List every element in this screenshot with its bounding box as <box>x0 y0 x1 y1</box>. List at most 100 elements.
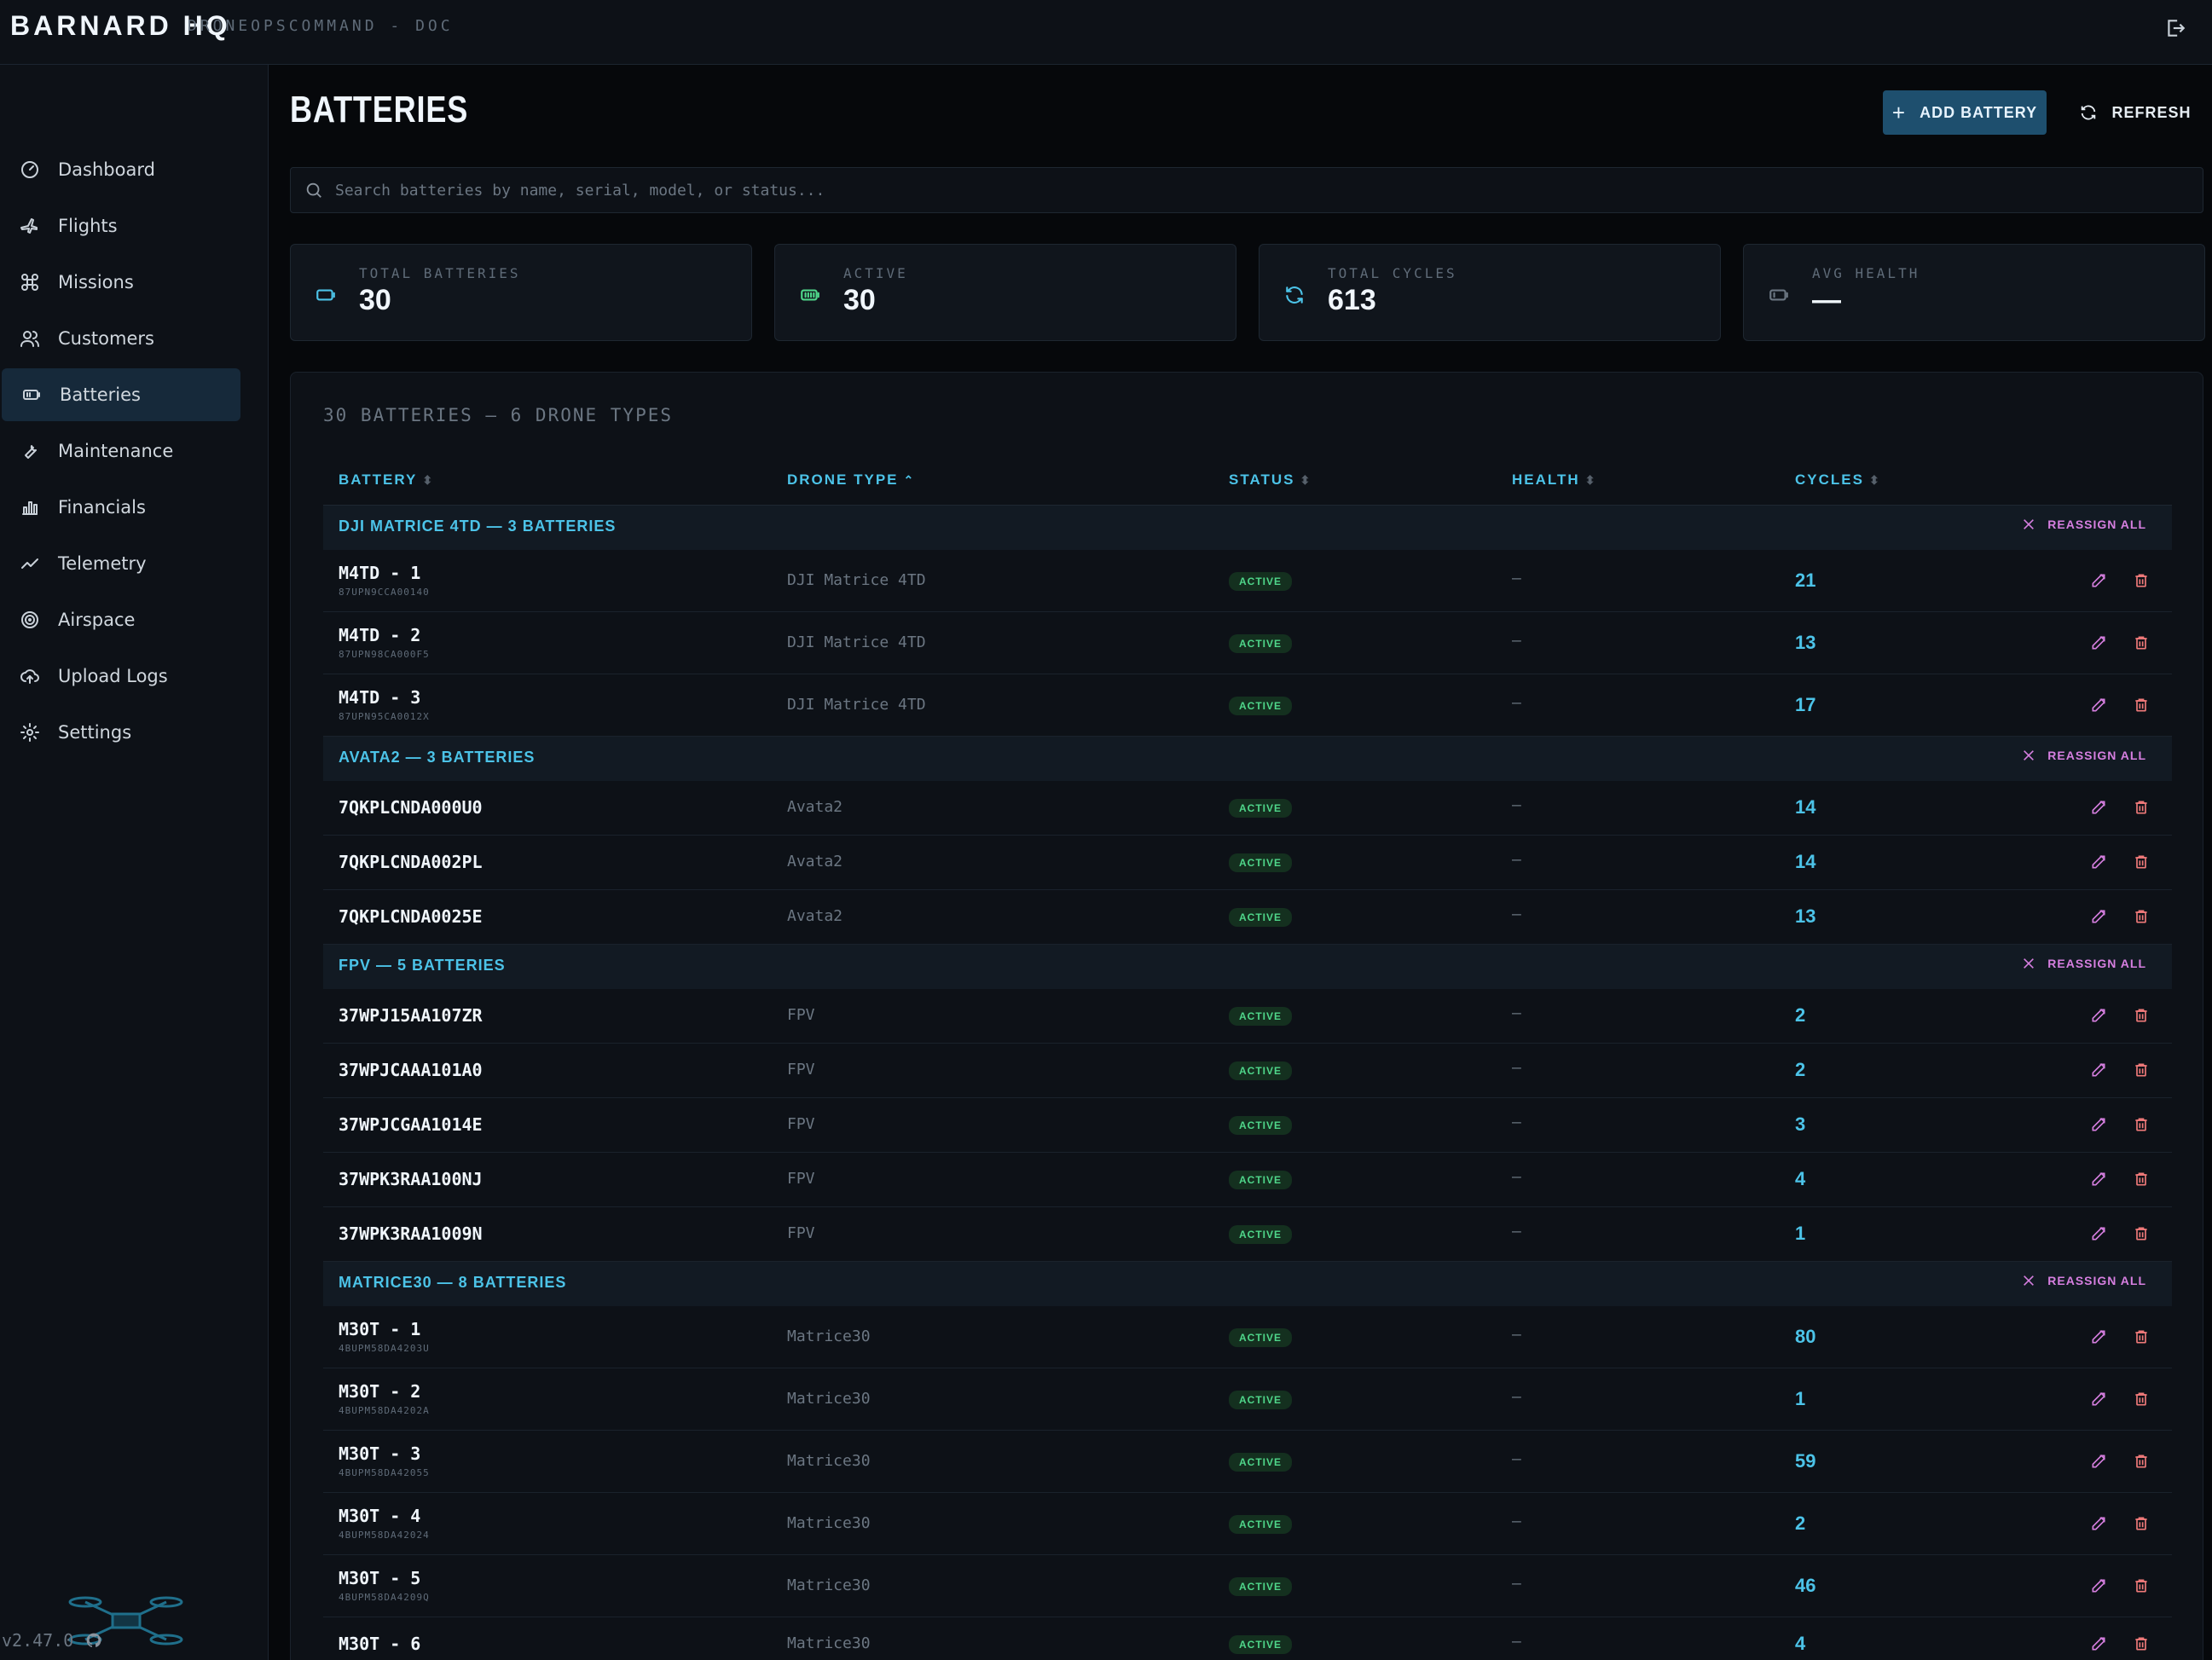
table-row[interactable]: 7QKPLCNDA000U0 Avata2 ACTIVE — 14 <box>323 781 2172 836</box>
column-header-cycles[interactable]: CYCLES ⬍ <box>1795 471 1881 489</box>
drone-type: Matrice30 <box>787 1634 871 1652</box>
table-row[interactable]: 37WPJ15AA107ZR FPV ACTIVE — 2 <box>323 989 2172 1044</box>
table-row[interactable]: M30T - 1 4BUPM58DA4203U Matrice30 ACTIVE — 80 <box>323 1306 2172 1368</box>
table-row[interactable]: 37WPK3RAA1009N FPV ACTIVE — 1 <box>323 1207 2172 1262</box>
delete-icon[interactable] <box>2133 1061 2151 1080</box>
table-row[interactable]: 37WPJCGAA1014E FPV ACTIVE — 3 <box>323 1098 2172 1153</box>
table-row[interactable]: 7QKPLCNDA0025E Avata2 ACTIVE — 13 <box>323 890 2172 945</box>
edit-icon[interactable] <box>2090 634 2109 653</box>
edit-icon[interactable] <box>2090 1061 2109 1080</box>
edit-icon[interactable] <box>2090 799 2109 818</box>
delete-icon[interactable] <box>2133 1635 2151 1654</box>
sidebar-item-dashboard[interactable]: Dashboard <box>0 143 239 196</box>
reassign-all-button[interactable]: REASSIGN ALL <box>2022 1274 2146 1287</box>
table-row[interactable]: M30T - 2 4BUPM58DA4202A Matrice30 ACTIVE — 1 <box>323 1368 2172 1431</box>
sidebar-item-upload-logs[interactable]: Upload Logs <box>0 650 239 703</box>
battery-serial: 4BUPM58DA42055 <box>339 1467 430 1478</box>
refresh-button[interactable]: REFRESH <box>2067 90 2203 135</box>
delete-icon[interactable] <box>2133 853 2151 872</box>
batteries-table-panel: 30 BATTERIES — 6 DRONE TYPES BATTERY ⬍ DR… <box>290 372 2203 1660</box>
delete-icon[interactable] <box>2133 572 2151 591</box>
delete-icon[interactable] <box>2133 1171 2151 1189</box>
delete-icon[interactable] <box>2133 799 2151 818</box>
cycles-value: 1 <box>1795 1388 1806 1409</box>
table-row[interactable]: 37WPK3RAA100NJ FPV ACTIVE — 4 <box>323 1153 2172 1207</box>
sidebar-item-label: Upload Logs <box>58 666 168 686</box>
table-row[interactable]: 37WPJCAAA101A0 FPV ACTIVE — 2 <box>323 1044 2172 1098</box>
edit-icon[interactable] <box>2090 853 2109 872</box>
sidebar-item-missions[interactable]: Missions <box>0 256 239 309</box>
edit-icon[interactable] <box>2090 1328 2109 1347</box>
delete-icon[interactable] <box>2133 1007 2151 1026</box>
drone-type: Matrice30 <box>787 1390 871 1408</box>
gear-icon <box>19 721 41 743</box>
edit-icon[interactable] <box>2090 1391 2109 1409</box>
table-row[interactable]: M4TD - 2 87UPN98CA000F5 DJI Matrice 4TD ACT… <box>323 612 2172 674</box>
delete-icon[interactable] <box>2133 1225 2151 1244</box>
status-badge: ACTIVE <box>1229 799 1293 818</box>
sidebar-item-financials[interactable]: Financials <box>0 481 239 534</box>
trend-icon <box>19 552 41 575</box>
edit-icon[interactable] <box>2090 1453 2109 1472</box>
sidebar-item-batteries[interactable]: Batteries <box>2 368 240 421</box>
add-battery-button[interactable]: + ADD BATTERY <box>1883 90 2047 135</box>
drone-type: Avata2 <box>787 798 843 816</box>
delete-icon[interactable] <box>2133 1453 2151 1472</box>
delete-icon[interactable] <box>2133 1577 2151 1596</box>
column-header-health[interactable]: HEALTH ⬍ <box>1512 471 1596 489</box>
column-header-battery[interactable]: BATTERY ⬍ <box>339 471 434 489</box>
cycles-value: 17 <box>1795 694 1816 715</box>
sidebar-item-maintenance[interactable]: Maintenance <box>0 425 239 477</box>
logout-icon[interactable] <box>2164 17 2188 41</box>
edit-icon[interactable] <box>2090 1171 2109 1189</box>
battery-low-icon <box>1768 284 1792 308</box>
edit-icon[interactable] <box>2090 697 2109 715</box>
cycles-value: 2 <box>1795 1513 1806 1534</box>
sidebar-item-airspace[interactable]: Airspace <box>0 593 239 646</box>
battery-serial: 4BUPM58DA4209Q <box>339 1592 430 1603</box>
edit-icon[interactable] <box>2090 908 2109 927</box>
search-icon <box>306 182 321 198</box>
github-icon[interactable] <box>85 1632 102 1649</box>
sidebar-item-label: Telemetry <box>58 553 147 574</box>
table-row[interactable]: 7QKPLCNDA002PL Avata2 ACTIVE — 14 <box>323 836 2172 890</box>
edit-icon[interactable] <box>2090 1007 2109 1026</box>
delete-icon[interactable] <box>2133 1391 2151 1409</box>
sidebar-item-flights[interactable]: Flights <box>0 200 239 252</box>
edit-icon[interactable] <box>2090 1577 2109 1596</box>
table-row[interactable]: M30T - 3 4BUPM58DA42055 Matrice30 ACTIVE — 59 <box>323 1431 2172 1493</box>
sidebar-item-customers[interactable]: Customers <box>0 312 239 365</box>
table-row[interactable]: M4TD - 1 87UPN9CCA00140 DJI Matrice 4TD ACT… <box>323 550 2172 612</box>
status-badge: ACTIVE <box>1229 1171 1293 1189</box>
edit-icon[interactable] <box>2090 1225 2109 1244</box>
health-value: — <box>1512 905 1521 923</box>
stat-card-active: ACTIVE 30 <box>774 244 1236 341</box>
table-row[interactable]: M4TD - 3 87UPN95CA0012X DJI Matrice 4TD ACT… <box>323 674 2172 737</box>
delete-icon[interactable] <box>2133 908 2151 927</box>
health-value: — <box>1512 1223 1521 1241</box>
sidebar-item-label: Financials <box>58 497 146 518</box>
column-header-status[interactable]: STATUS ⬍ <box>1229 471 1312 489</box>
reassign-all-button[interactable]: REASSIGN ALL <box>2022 518 2146 531</box>
edit-icon[interactable] <box>2090 572 2109 591</box>
edit-icon[interactable] <box>2090 1635 2109 1654</box>
table-row[interactable]: M30T - 5 4BUPM58DA4209Q Matrice30 ACTIVE — 46 <box>323 1555 2172 1617</box>
delete-icon[interactable] <box>2133 1328 2151 1347</box>
delete-icon[interactable] <box>2133 634 2151 653</box>
edit-icon[interactable] <box>2090 1515 2109 1534</box>
delete-icon[interactable] <box>2133 1116 2151 1135</box>
edit-icon[interactable] <box>2090 1116 2109 1135</box>
search-input[interactable] <box>335 181 2194 200</box>
battery-serial: 87UPN98CA000F5 <box>339 649 430 660</box>
sidebar-item-settings[interactable]: Settings <box>0 706 239 759</box>
health-value: — <box>1512 796 1521 814</box>
sidebar-item-telemetry[interactable]: Telemetry <box>0 537 239 590</box>
bar-chart-icon <box>19 496 41 518</box>
reassign-all-button[interactable]: REASSIGN ALL <box>2022 749 2146 762</box>
table-row[interactable]: M30T - 6 Matrice30 ACTIVE — 4 <box>323 1617 2172 1660</box>
delete-icon[interactable] <box>2133 697 2151 715</box>
column-header-drone-type[interactable]: DRONE TYPE ⌃ <box>787 471 915 489</box>
reassign-all-button[interactable]: REASSIGN ALL <box>2022 957 2146 970</box>
table-row[interactable]: M30T - 4 4BUPM58DA42024 Matrice30 ACTIVE — 2 <box>323 1493 2172 1555</box>
delete-icon[interactable] <box>2133 1515 2151 1534</box>
